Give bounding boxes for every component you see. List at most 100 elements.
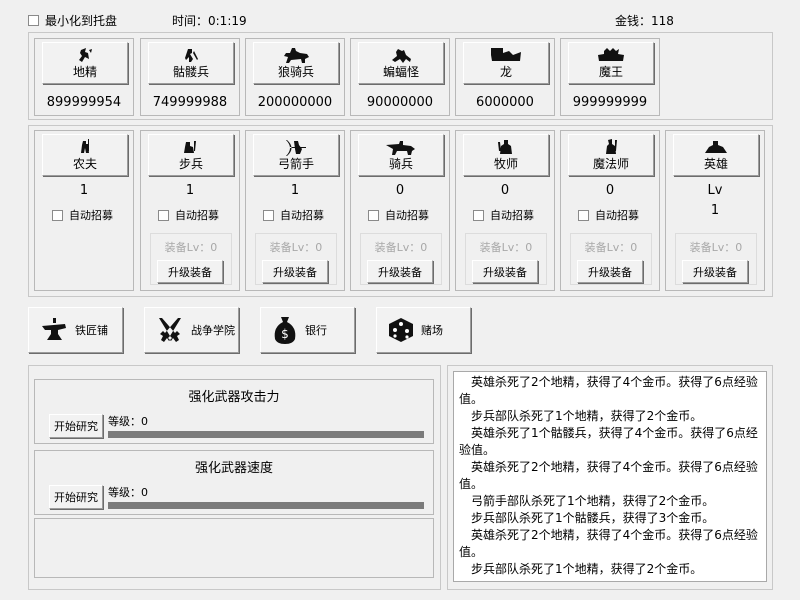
enemy-button-2[interactable]: 狼骑兵 <box>253 42 339 84</box>
auto-recruit-checkbox[interactable] <box>473 209 484 221</box>
hero-button[interactable]: 英雄 <box>673 134 759 176</box>
enemy-button-5[interactable]: 魔王 <box>568 42 654 84</box>
auto-recruit-checkbox[interactable] <box>578 209 589 221</box>
upgrade-equip-button[interactable]: 升级装备 <box>472 260 538 283</box>
research-level: 等级：0 <box>108 486 148 499</box>
farmer-icon <box>74 139 96 157</box>
unit-card-farmer: 农夫 1 自动招募 <box>34 130 134 291</box>
recruit-unit-button-3[interactable]: 骑兵 <box>358 134 444 176</box>
enemy-card-0: 地精 899999954 <box>34 38 134 116</box>
research-title: 强化武器速度 <box>194 461 273 476</box>
auto-recruit-checkbox[interactable] <box>368 209 379 221</box>
log-line: 英雄杀死了2个地精，获得了4个金币。获得了6点经验值。 <box>459 528 758 559</box>
building-label: 赌场 <box>421 324 443 337</box>
cavalry-icon <box>385 139 417 157</box>
enemy-name: 魔王 <box>598 65 623 79</box>
unit-card-2: 弓箭手 1 自动招募 装备Lv：0 升级装备 <box>245 130 345 291</box>
time-display: 时间：0:1:19 <box>172 14 247 28</box>
log-line: 弓箭手部队杀死了1个地精，获得了2个金币。 <box>471 494 715 508</box>
enemy-button-0[interactable]: 地精 <box>42 42 128 84</box>
unit-auto-recruit[interactable]: 自动招募 <box>368 207 429 223</box>
recruit-unit-button-1[interactable]: 步兵 <box>148 134 234 176</box>
unit-card-4: 牧师 0 自动招募 装备Lv：0 升级装备 <box>455 130 555 291</box>
enemy-count: 899999954 <box>46 95 122 110</box>
log-line: 英雄杀死了2个地精，获得了4个金币。获得了6点经验值。 <box>459 375 758 406</box>
dice-icon <box>387 316 415 344</box>
hero-equip-box: 装备Lv：0 升级装备 <box>675 233 757 285</box>
unit-name: 骑兵 <box>388 157 413 171</box>
recruit-unit-button-5[interactable]: 魔法师 <box>568 134 654 176</box>
crossed-swords-icon <box>155 316 185 344</box>
unit-auto-recruit[interactable]: 自动招募 <box>473 207 534 223</box>
hero-upgrade-button[interactable]: 升级装备 <box>682 260 748 283</box>
dragon-icon <box>489 47 523 65</box>
unit-count: 0 <box>605 183 615 198</box>
equip-box: 装备Lv：0 升级装备 <box>570 233 652 285</box>
building-button-3[interactable]: 赌场 <box>376 307 471 353</box>
equip-level: 装备Lv：0 <box>164 241 218 254</box>
farmer-auto-checkbox[interactable] <box>52 209 63 221</box>
building-button-0[interactable]: 铁匠铺 <box>28 307 123 353</box>
enemy-button-1[interactable]: 骷髅兵 <box>148 42 234 84</box>
recruit-unit-button-2[interactable]: 弓箭手 <box>253 134 339 176</box>
minimize-label: 最小化到托盘 <box>45 14 118 28</box>
log-line: 步兵部队杀死了1个地精，获得了2个金币。 <box>471 409 703 423</box>
start-research-button[interactable]: 开始研究 <box>49 414 103 438</box>
anvil-icon <box>39 316 69 344</box>
upgrade-equip-button[interactable]: 升级装备 <box>157 260 223 283</box>
research-title: 强化武器攻击力 <box>188 390 280 405</box>
unit-auto-recruit[interactable]: 自动招募 <box>263 207 324 223</box>
log-line: 英雄杀死了2个地精，获得了4个金币。获得了6点经验值。 <box>459 460 758 491</box>
building-button-2[interactable]: $ 银行 <box>260 307 355 353</box>
enemy-count: 90000000 <box>366 95 434 110</box>
building-label: 战争学院 <box>191 324 235 337</box>
enemy-button-3[interactable]: 蝙蝠怪 <box>358 42 444 84</box>
equip-level: 装备Lv：0 <box>479 241 533 254</box>
svg-text:$: $ <box>281 327 289 341</box>
farmer-auto-recruit[interactable]: 自动招募 <box>52 207 113 223</box>
upgrade-equip-button[interactable]: 升级装备 <box>262 260 328 283</box>
auto-recruit-checkbox[interactable] <box>263 209 274 221</box>
minimize-to-tray[interactable]: 最小化到托盘 <box>28 12 117 29</box>
demon-king-icon <box>596 47 626 65</box>
unit-card-5: 魔法师 0 自动招募 装备Lv：0 升级装备 <box>560 130 660 291</box>
unit-name: 牧师 <box>493 157 518 171</box>
unit-name: 弓箭手 <box>277 157 314 171</box>
gold-display: 金钱：118 <box>615 14 674 28</box>
unit-card-3: 骑兵 0 自动招募 装备Lv：0 升级装备 <box>350 130 450 291</box>
equip-box: 装备Lv：0 升级装备 <box>465 233 547 285</box>
log-line: 英雄杀死了1个骷髅兵，获得了4个金币。获得了6点经验值。 <box>459 426 758 457</box>
battle-log[interactable]: 英雄杀死了2个地精，获得了4个金币。获得了6点经验值。步兵部队杀死了1个地精，获… <box>453 371 767 582</box>
upgrade-equip-button[interactable]: 升级装备 <box>367 260 433 283</box>
enemy-card-5: 魔王 999999999 <box>560 38 660 116</box>
upgrade-equip-button[interactable]: 升级装备 <box>577 260 643 283</box>
hero-icon <box>703 139 729 157</box>
auto-recruit-label: 自动招募 <box>175 209 219 222</box>
unit-auto-recruit[interactable]: 自动招募 <box>158 207 219 223</box>
minimize-checkbox[interactable] <box>28 15 39 26</box>
bat-icon <box>388 47 414 65</box>
recruit-farmer-button[interactable]: 农夫 <box>42 134 128 176</box>
enemy-button-4[interactable]: 龙 <box>463 42 549 84</box>
unit-count: 0 <box>395 183 405 198</box>
log-line: 步兵部队杀死了1个骷髅兵，获得了3个金币。 <box>471 511 715 525</box>
building-button-1[interactable]: 战争学院 <box>144 307 239 353</box>
start-research-button[interactable]: 开始研究 <box>49 485 103 509</box>
equip-level: 装备Lv：0 <box>269 241 323 254</box>
skeleton-icon <box>180 47 202 65</box>
enemy-count: 6000000 <box>476 95 534 110</box>
equip-level: 装备Lv：0 <box>374 241 428 254</box>
auto-recruit-checkbox[interactable] <box>158 209 169 221</box>
recruit-unit-button-4[interactable]: 牧师 <box>463 134 549 176</box>
auto-recruit-label: 自动招募 <box>490 209 534 222</box>
unit-card-hero: 英雄 Lv 1 装备Lv：0 升级装备 <box>665 130 765 291</box>
research-progress-bar <box>108 431 424 438</box>
research-row-0: 强化武器攻击力 开始研究 等级：0 <box>34 379 434 444</box>
infantry-icon <box>180 139 202 157</box>
equip-box: 装备Lv：0 升级装备 <box>255 233 337 285</box>
enemy-count: 999999999 <box>572 95 648 110</box>
unit-count: 1 <box>185 183 195 198</box>
unit-auto-recruit[interactable]: 自动招募 <box>578 207 639 223</box>
goblin-icon <box>74 47 96 65</box>
enemy-name: 蝙蝠怪 <box>382 65 419 79</box>
